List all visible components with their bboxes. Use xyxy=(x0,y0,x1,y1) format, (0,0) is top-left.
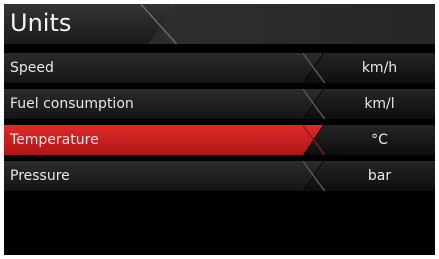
row-value: km/h xyxy=(361,60,398,76)
page-title: Units xyxy=(10,9,72,37)
row-divider xyxy=(303,161,325,191)
row-divider xyxy=(303,89,325,119)
row-value: °C xyxy=(371,132,388,148)
row-label: Pressure xyxy=(10,168,70,184)
header-divider xyxy=(141,4,177,44)
units-row-fuel-consumption[interactable]: Fuel consumption km/l xyxy=(4,89,435,119)
row-label: Speed xyxy=(10,60,54,76)
units-row-temperature[interactable]: Temperature °C xyxy=(4,125,435,155)
units-row-pressure[interactable]: Pressure bar xyxy=(4,161,435,191)
row-value: bar xyxy=(367,168,392,184)
row-label: Fuel consumption xyxy=(10,96,134,112)
units-row-speed[interactable]: Speed km/h xyxy=(4,53,435,83)
units-list: Speed km/h Fuel consumption km/l Tempera… xyxy=(4,53,435,197)
units-screen: Units Speed km/h Fuel consumption km/l T… xyxy=(4,4,435,255)
row-value: km/l xyxy=(364,96,395,112)
row-divider xyxy=(303,53,325,83)
header-bar: Units xyxy=(4,4,435,44)
row-divider xyxy=(303,125,325,155)
row-label: Temperature xyxy=(10,132,99,148)
